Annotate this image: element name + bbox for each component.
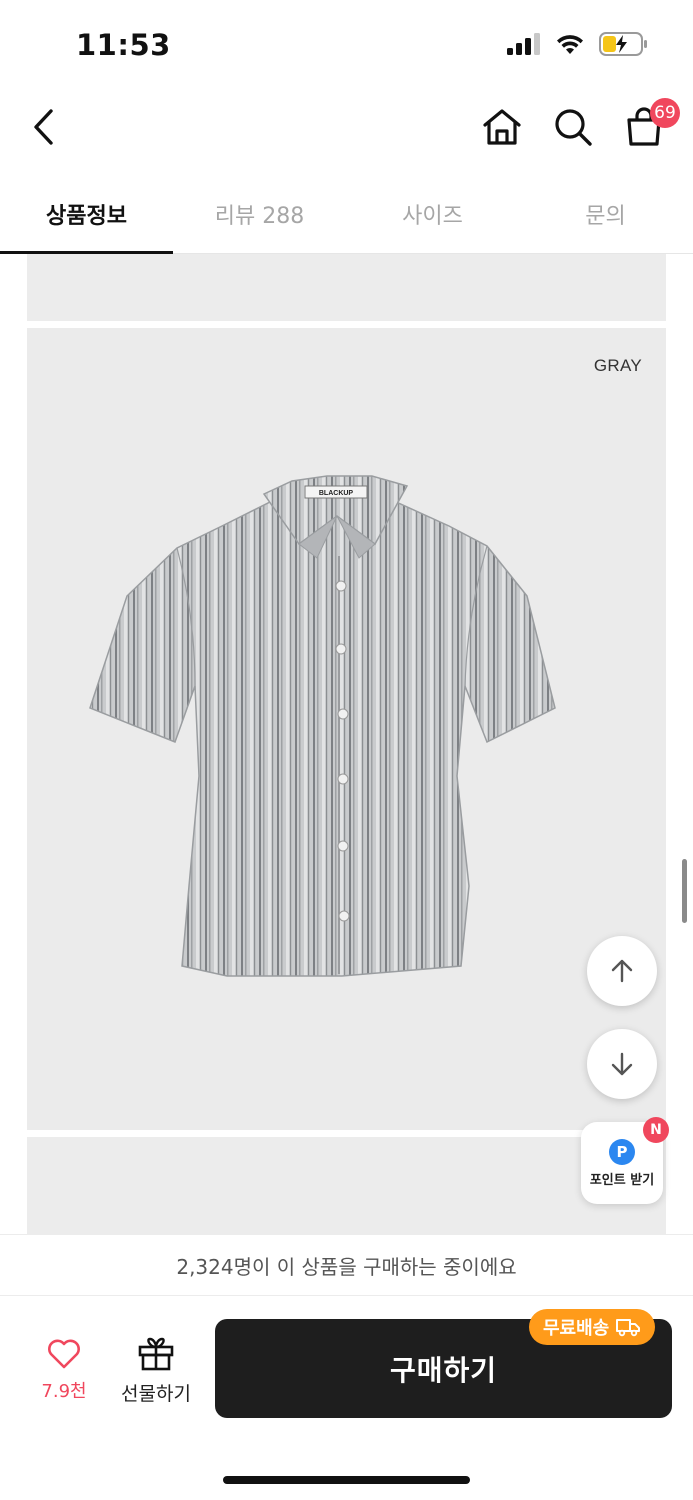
battery-icon: [599, 32, 647, 56]
buyers-count-banner: 2,324명이 이 상품을 구매하는 중이에요: [0, 1234, 693, 1296]
point-label: 포인트 받기: [589, 1172, 655, 1188]
bottom-action-bar: 7.9천 선물하기 구매하기 무료배송: [0, 1297, 693, 1500]
gift-button[interactable]: 선물하기: [114, 1337, 198, 1409]
back-arrow-icon: [34, 109, 53, 145]
gift-label: 선물하기: [121, 1383, 191, 1405]
product-image-gray: GRAY BLACKUP: [27, 328, 666, 1130]
new-badge: N: [643, 1117, 669, 1143]
top-nav: [0, 95, 693, 159]
status-bar: 11:53: [0, 0, 693, 90]
home-icon: [483, 109, 521, 145]
wifi-icon: [557, 35, 583, 54]
signal-icon: [507, 33, 540, 55]
like-button[interactable]: 7.9천: [24, 1339, 104, 1409]
free-shipping-label: 무료배송: [543, 1318, 610, 1339]
product-image-previous: [27, 254, 666, 321]
cart-count-badge: 69: [650, 98, 680, 128]
truck-icon: [616, 1319, 641, 1337]
scroll-up-button[interactable]: [587, 936, 657, 1006]
tab-size[interactable]: 사이즈: [346, 180, 519, 253]
scroll-down-button[interactable]: [587, 1029, 657, 1099]
tab-inquiry[interactable]: 문의: [519, 180, 692, 253]
gift-icon: [138, 1337, 174, 1371]
search-button[interactable]: [547, 101, 599, 153]
home-button[interactable]: [476, 101, 528, 153]
home-indicator: [223, 1476, 470, 1484]
product-detail-content[interactable]: GRAY BLACKUP: [0, 254, 693, 1234]
color-label: GRAY: [593, 356, 642, 375]
tab-reviews[interactable]: 리뷰 288: [173, 180, 346, 253]
brand-tag-text: BLACKUP: [319, 490, 354, 497]
status-time: 11:53: [76, 28, 171, 62]
back-button[interactable]: [20, 101, 68, 153]
striped-shirt-image: BLACKUP: [89, 475, 556, 977]
arrow-down-icon: [611, 1052, 633, 1076]
product-tabs: 상품정보 리뷰 288 사이즈 문의: [0, 180, 693, 254]
scrollbar[interactable]: [682, 859, 687, 923]
heart-icon: [48, 1339, 80, 1369]
arrow-up-icon: [611, 959, 633, 983]
free-shipping-badge: 무료배송: [529, 1309, 656, 1345]
tab-product-info[interactable]: 상품정보: [0, 180, 173, 254]
search-icon: [555, 109, 592, 146]
product-image-next: [27, 1137, 666, 1234]
status-icons: [507, 32, 649, 56]
point-icon: P: [609, 1138, 635, 1165]
like-count: 7.9천: [41, 1381, 87, 1402]
